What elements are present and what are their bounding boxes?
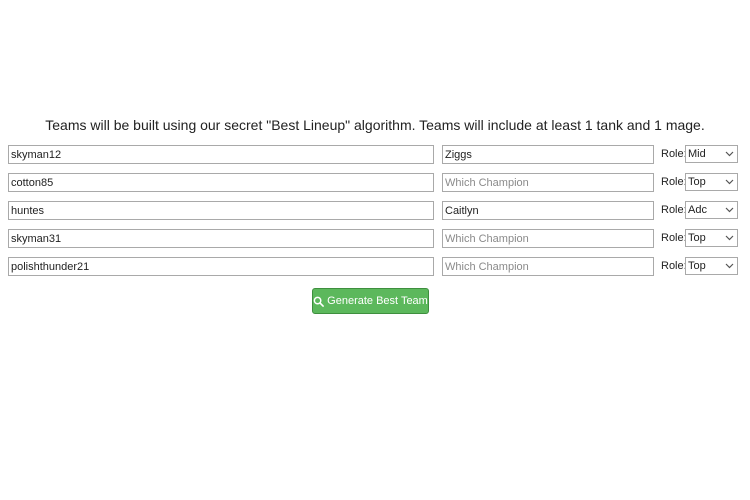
role-select-value: Adc	[688, 204, 707, 216]
champion-input[interactable]	[442, 173, 654, 192]
role-label: Role:	[661, 176, 687, 188]
player-row: Role: Top	[8, 257, 742, 276]
player-row: Role: Mid	[8, 145, 742, 164]
generate-best-team-button[interactable]: Generate Best Team	[312, 288, 429, 314]
summoner-input[interactable]	[8, 173, 434, 192]
player-row: Role: Top	[8, 173, 742, 192]
summoner-input[interactable]	[8, 145, 434, 164]
player-row: Role: Top	[8, 229, 742, 248]
champion-input[interactable]	[442, 201, 654, 220]
role-select-value: Top	[688, 232, 706, 244]
role-select[interactable]: Adc	[685, 201, 738, 219]
role-select-value: Top	[688, 260, 706, 272]
chevron-down-icon	[725, 235, 734, 241]
role-select[interactable]: Top	[685, 173, 738, 191]
role-select-value: Mid	[688, 148, 706, 160]
summoner-input[interactable]	[8, 201, 434, 220]
page: Teams will be built using our secret "Be…	[0, 0, 750, 500]
intro-text: Teams will be built using our secret "Be…	[45, 117, 705, 133]
role-label: Role:	[661, 260, 687, 272]
role-select[interactable]: Top	[685, 257, 738, 275]
champion-input[interactable]	[442, 257, 654, 276]
champion-input[interactable]	[442, 229, 654, 248]
chevron-down-icon	[725, 151, 734, 157]
role-label: Role:	[661, 148, 687, 160]
role-select[interactable]: Top	[685, 229, 738, 247]
role-select[interactable]: Mid	[685, 145, 738, 163]
generate-button-label: Generate Best Team	[327, 295, 428, 307]
search-icon	[313, 296, 325, 307]
summoner-input[interactable]	[8, 257, 434, 276]
role-label: Role:	[661, 204, 687, 216]
chevron-down-icon	[725, 207, 734, 213]
chevron-down-icon	[725, 263, 734, 269]
champion-input[interactable]	[442, 145, 654, 164]
player-rows: Role: Mid Role: Top Role: Adc	[8, 145, 742, 285]
player-row: Role: Adc	[8, 201, 742, 220]
chevron-down-icon	[725, 179, 734, 185]
summoner-input[interactable]	[8, 229, 434, 248]
role-label: Role:	[661, 232, 687, 244]
role-select-value: Top	[688, 176, 706, 188]
